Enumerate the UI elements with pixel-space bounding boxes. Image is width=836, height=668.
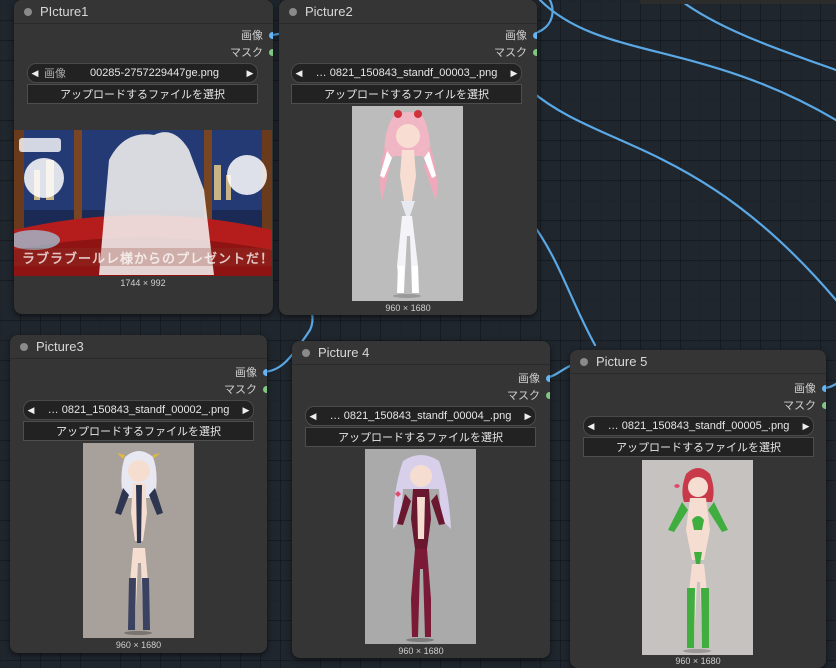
image-file-combo[interactable]: ◀ … 0821_150843_standf_00004_.png ▶ xyxy=(305,406,536,426)
image-output[interactable]: 画像 xyxy=(794,380,826,396)
image-file-combo[interactable]: ◀ … 0821_150843_standf_00005_.png ▶ xyxy=(583,416,814,436)
combo-value: … 0821_150843_standf_00005_.png xyxy=(607,420,790,432)
link-wire xyxy=(528,88,836,302)
output-label: 画像 xyxy=(235,367,257,379)
image-output-slot-icon[interactable] xyxy=(546,374,550,382)
node-title: Picture2 xyxy=(305,4,353,19)
combo-value: … 0821_150843_standf_00002_.png xyxy=(47,404,230,416)
output-label: マスク xyxy=(494,47,527,59)
output-label: マスク xyxy=(507,390,540,402)
image-preview xyxy=(365,449,476,644)
output-label: マスク xyxy=(230,47,263,59)
image-output-slot-icon[interactable] xyxy=(269,31,273,39)
offscreen-node-edge xyxy=(640,0,836,4)
node-title: Picture3 xyxy=(36,339,84,354)
next-arrow-icon[interactable]: ▶ xyxy=(799,421,813,432)
image-preview xyxy=(352,106,463,301)
link-wire xyxy=(678,0,836,72)
mask-output-slot-icon[interactable] xyxy=(269,48,273,56)
node-title-bar[interactable]: Picture 5 xyxy=(570,350,826,374)
image-preview xyxy=(83,443,194,638)
image-output-slot-icon[interactable] xyxy=(822,384,826,392)
collapse-dot-icon[interactable] xyxy=(302,348,310,357)
output-label: マスク xyxy=(224,384,257,396)
combo-value: 00285-2757229447ge.png xyxy=(89,67,220,79)
upload-button[interactable]: アップロードするファイルを選択 xyxy=(23,421,254,441)
upload-button[interactable]: アップロードするファイルを選択 xyxy=(291,84,522,104)
image-dimensions: 960 × 1680 xyxy=(398,646,444,656)
node-title-bar[interactable]: Picture2 xyxy=(279,0,537,24)
output-label: 画像 xyxy=(241,30,263,42)
image-dimensions: 960 × 1680 xyxy=(385,303,431,313)
output-label: 画像 xyxy=(518,373,540,385)
image-output-slot-icon[interactable] xyxy=(533,31,537,39)
mask-output[interactable]: マスク xyxy=(230,44,273,60)
upload-button[interactable]: アップロードするファイルを選択 xyxy=(27,84,258,104)
mask-output-slot-icon[interactable] xyxy=(533,48,537,56)
next-arrow-icon[interactable]: ▶ xyxy=(507,68,521,79)
image-dimensions: 960 × 1680 xyxy=(115,640,162,650)
picture3-node[interactable]: Picture3 画像 マスク ◀ … 0821_150843_standf_0… xyxy=(10,335,267,653)
prev-arrow-icon[interactable]: ◀ xyxy=(28,68,42,79)
preview-overlay-text: ラブラブールレ様からのプレゼントだ！ xyxy=(22,251,272,266)
preview-illustration xyxy=(642,460,753,655)
image-output[interactable]: 画像 xyxy=(241,27,273,43)
image-output[interactable]: 画像 xyxy=(505,27,537,43)
upload-button[interactable]: アップロードするファイルを選択 xyxy=(305,427,536,447)
next-arrow-icon[interactable]: ▶ xyxy=(243,68,257,79)
mask-output-slot-icon[interactable] xyxy=(822,401,826,409)
picture2-node[interactable]: Picture2 画像 マスク ◀ … 0821_150843_standf_0… xyxy=(279,0,537,315)
collapse-dot-icon[interactable] xyxy=(20,342,28,351)
next-arrow-icon[interactable]: ▶ xyxy=(239,405,253,416)
node-title-bar[interactable]: Picture3 xyxy=(10,335,267,359)
combo-label: 画像 xyxy=(44,68,66,80)
image-output[interactable]: 画像 xyxy=(518,370,550,386)
link-wire xyxy=(528,218,597,347)
picture1-node[interactable]: PIcture1 画像 マスク ◀ 画像 00285-2757229447ge.… xyxy=(14,0,273,314)
combo-value: … 0821_150843_standf_00003_.png xyxy=(315,67,498,79)
output-label: 画像 xyxy=(794,383,816,395)
mask-output[interactable]: マスク xyxy=(783,397,826,413)
mask-output[interactable]: マスク xyxy=(507,387,550,403)
next-arrow-icon[interactable]: ▶ xyxy=(521,411,535,422)
image-dimensions: 960 × 1680 xyxy=(675,656,721,666)
image-file-combo[interactable]: ◀ … 0821_150843_standf_00002_.png ▶ xyxy=(23,400,254,420)
link-wire xyxy=(538,0,836,122)
node-title: Picture 4 xyxy=(318,345,370,360)
image-file-combo[interactable]: ◀ … 0821_150843_standf_00003_.png ▶ xyxy=(291,63,522,83)
image-file-combo[interactable]: ◀ 画像 00285-2757229447ge.png ▶ xyxy=(27,63,258,83)
node-title-bar[interactable]: Picture 4 xyxy=(292,341,550,365)
mask-output-slot-icon[interactable] xyxy=(263,385,267,393)
collapse-dot-icon[interactable] xyxy=(289,7,297,16)
prev-arrow-icon[interactable]: ◀ xyxy=(24,405,38,416)
collapse-dot-icon[interactable] xyxy=(24,7,32,16)
image-dimensions: 1744 × 992 xyxy=(120,278,166,288)
collapse-dot-icon[interactable] xyxy=(580,357,588,366)
picture4-node[interactable]: Picture 4 画像 マスク ◀ … 0821_150843_standf_… xyxy=(292,341,550,658)
output-label: 画像 xyxy=(505,30,527,42)
image-output-slot-icon[interactable] xyxy=(263,368,267,376)
mask-output[interactable]: マスク xyxy=(224,381,267,397)
prev-arrow-icon[interactable]: ◀ xyxy=(584,421,598,432)
image-output[interactable]: 画像 xyxy=(235,364,267,380)
image-preview xyxy=(642,460,753,655)
preview-illustration xyxy=(83,443,194,638)
mask-output-slot-icon[interactable] xyxy=(546,391,550,399)
upload-button[interactable]: アップロードするファイルを選択 xyxy=(583,437,814,457)
preview-illustration xyxy=(365,449,476,644)
node-title: PIcture1 xyxy=(40,4,89,19)
image-preview: ラブラブールレ様からのプレゼントだ！ xyxy=(14,130,272,276)
preview-illustration xyxy=(352,106,463,301)
combo-value: … 0821_150843_standf_00004_.png xyxy=(329,410,512,422)
prev-arrow-icon[interactable]: ◀ xyxy=(292,68,306,79)
node-title: Picture 5 xyxy=(596,354,648,369)
node-title-bar[interactable]: PIcture1 xyxy=(14,0,273,24)
picture5-node[interactable]: Picture 5 画像 マスク ◀ … 0821_150843_standf_… xyxy=(570,350,826,668)
output-label: マスク xyxy=(783,400,816,412)
mask-output[interactable]: マスク xyxy=(494,44,537,60)
prev-arrow-icon[interactable]: ◀ xyxy=(306,411,320,422)
